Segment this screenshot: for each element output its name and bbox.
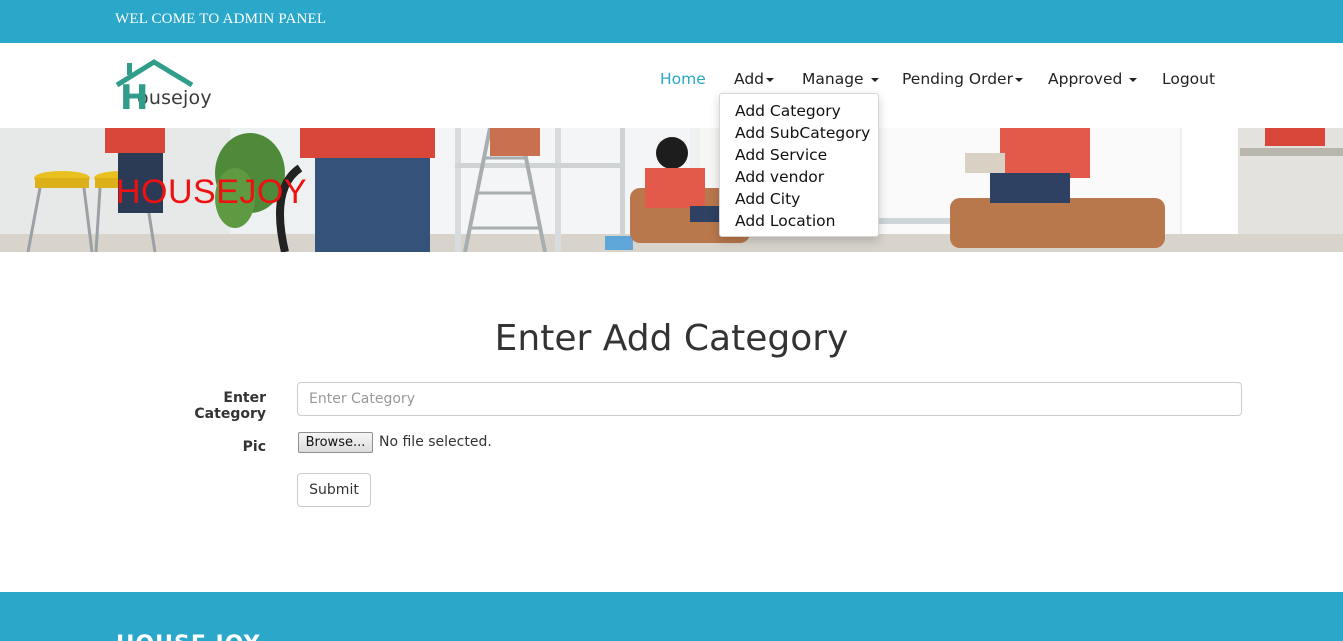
category-input[interactable]	[297, 382, 1242, 416]
nav-logout[interactable]: Logout	[1162, 70, 1215, 92]
footer-title: HOUSE JOY	[116, 632, 261, 641]
caret-down-icon	[1129, 77, 1138, 82]
banner-title: HOUSEJOY	[116, 173, 308, 211]
nav-approved-label: Approved	[1048, 70, 1123, 88]
nav-add[interactable]: Add	[734, 70, 775, 92]
menu-item-add-subcategory[interactable]: Add SubCategory	[720, 122, 878, 144]
nav-pending-order[interactable]: Pending Order	[902, 70, 1023, 92]
housejoy-logo[interactable]: Housejoy	[114, 59, 264, 118]
nav-home[interactable]: Home	[660, 70, 706, 92]
nav-pending-label: Pending Order	[902, 70, 1013, 88]
caret-down-icon	[870, 77, 879, 82]
menu-item-add-service[interactable]: Add Service	[720, 144, 878, 166]
menu-item-add-location[interactable]: Add Location	[720, 210, 878, 232]
nav-approved[interactable]: Approved	[1048, 70, 1138, 92]
pic-label: Pic	[242, 439, 266, 455]
logo-letter: H	[120, 78, 149, 118]
menu-item-add-category[interactable]: Add Category	[720, 100, 878, 122]
file-status-text: No file selected.	[379, 434, 492, 450]
logo-wordmark: Housejoy	[120, 78, 212, 118]
footer: HOUSE JOY	[0, 592, 1343, 641]
submit-button[interactable]: Submit	[297, 473, 371, 507]
add-dropdown-menu: Add Category Add SubCategory Add Service…	[719, 93, 879, 237]
navbar: Housejoy Home Add Manage Pending Order A…	[0, 43, 1343, 128]
nav-manage[interactable]: Manage	[802, 70, 879, 92]
menu-item-add-vendor[interactable]: Add vendor	[720, 166, 878, 188]
top-bar: WEL COME TO ADMIN PANEL	[0, 0, 1343, 43]
caret-down-icon	[766, 77, 775, 82]
menu-item-add-city[interactable]: Add City	[720, 188, 878, 210]
nav-add-label: Add	[734, 70, 765, 88]
welcome-text: WEL COME TO ADMIN PANEL	[115, 11, 327, 27]
nav-manage-label: Manage	[802, 70, 864, 88]
category-label: Enter Category	[194, 390, 266, 422]
caret-down-icon	[1014, 77, 1023, 82]
banner-image: HOUSEJOY	[0, 128, 1343, 252]
page-title: Enter Add Category	[494, 318, 849, 359]
browse-button[interactable]: Browse...	[298, 432, 373, 453]
